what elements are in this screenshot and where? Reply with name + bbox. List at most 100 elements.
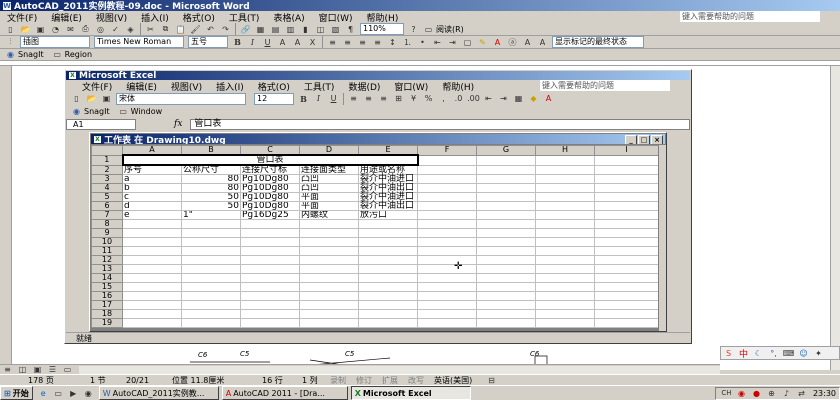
cell[interactable] xyxy=(476,228,536,238)
cell[interactable] xyxy=(476,237,536,247)
document-map-icon[interactable]: ▧ xyxy=(329,23,342,35)
task-excel[interactable]: X Microsoft Excel xyxy=(350,386,471,400)
print-preview-icon[interactable]: ◎ xyxy=(94,23,107,35)
cell[interactable] xyxy=(594,309,659,319)
menu-tools[interactable]: 工具(T) xyxy=(222,11,267,24)
row-header[interactable]: 15 xyxy=(91,282,123,292)
excel-snagit-window-icon[interactable]: ▭ xyxy=(117,105,130,117)
cell[interactable]: 凸凹 xyxy=(299,183,359,193)
cell[interactable] xyxy=(240,264,300,274)
row-header[interactable]: 1 xyxy=(91,154,123,166)
cell[interactable]: 公称尺寸 xyxy=(181,164,241,175)
cell[interactable] xyxy=(417,183,477,193)
volume-icon[interactable]: ♪ xyxy=(780,387,793,399)
tables-borders-icon[interactable]: ▦ xyxy=(254,23,267,35)
row-header[interactable]: 8 xyxy=(91,219,123,229)
reading-icon[interactable]: ▭ xyxy=(422,23,435,35)
insert-table-icon[interactable]: ▤ xyxy=(269,23,282,35)
zoom-select[interactable]: 110% xyxy=(360,23,404,35)
cell[interactable] xyxy=(417,228,477,238)
cell[interactable] xyxy=(122,255,182,265)
start-button[interactable]: ⊞ 开始 xyxy=(0,386,33,400)
excel-borders-icon[interactable]: ▦ xyxy=(512,93,525,105)
cell[interactable] xyxy=(476,246,536,256)
cell[interactable] xyxy=(122,291,182,301)
columns-icon[interactable]: ▮ xyxy=(299,23,312,35)
excel-size-select[interactable]: 12 xyxy=(254,92,294,105)
menu-window[interactable]: 窗口(W) xyxy=(312,11,360,24)
cell[interactable] xyxy=(122,237,182,247)
underline-icon[interactable]: U xyxy=(261,36,274,48)
cell[interactable] xyxy=(358,291,418,301)
excel-snagit-icon[interactable]: ◉ xyxy=(70,105,83,117)
cell[interactable] xyxy=(240,291,300,301)
fx-icon[interactable]: fx xyxy=(174,119,182,129)
quicklaunch-media-icon[interactable]: ▶ xyxy=(67,387,80,399)
font-color-icon[interactable]: A xyxy=(491,36,504,48)
cell[interactable]: Pg10Dg80 xyxy=(240,183,300,193)
row-header[interactable]: 5 xyxy=(91,192,123,202)
menu-format[interactable]: 格式(O) xyxy=(176,11,222,24)
cell[interactable] xyxy=(299,264,359,274)
tool-icon[interactable]: ✦ xyxy=(812,347,825,359)
reading-button[interactable]: 阅读(R) xyxy=(436,24,464,35)
row-header[interactable]: 14 xyxy=(91,273,123,283)
numbering-icon[interactable]: ⒈ xyxy=(401,36,414,48)
cell[interactable] xyxy=(594,201,659,211)
ime-tray-icon[interactable]: CH xyxy=(720,387,733,399)
cell[interactable] xyxy=(594,237,659,247)
cell[interactable]: 连接面类型 xyxy=(299,164,359,175)
excel-indent-icon[interactable]: ⇥ xyxy=(497,93,510,105)
moon-icon[interactable]: ☾ xyxy=(752,347,765,359)
cell[interactable] xyxy=(476,210,536,220)
cell[interactable] xyxy=(240,228,300,238)
cell[interactable] xyxy=(299,318,359,328)
cell[interactable] xyxy=(535,273,595,283)
char-scale-icon[interactable]: X xyxy=(306,36,319,48)
cell[interactable]: 80 xyxy=(181,183,241,193)
task-autocad[interactable]: A AutoCAD 2011 - [Dra... xyxy=(221,386,348,400)
font-select[interactable]: Times New Roman xyxy=(94,36,184,48)
excel-menu-insert[interactable]: 插入(I) xyxy=(209,80,251,93)
status-rec[interactable]: 录制 xyxy=(330,375,356,386)
cell[interactable]: c xyxy=(122,192,182,202)
cell[interactable] xyxy=(535,210,595,220)
decrease-indent-icon[interactable]: ⇤ xyxy=(431,36,444,48)
row-header[interactable]: 19 xyxy=(91,318,123,328)
cell[interactable] xyxy=(417,201,477,211)
cell[interactable] xyxy=(122,309,182,319)
excel-italic-icon[interactable]: I xyxy=(312,93,325,105)
cell[interactable] xyxy=(358,282,418,292)
cell[interactable] xyxy=(417,219,477,229)
cell[interactable] xyxy=(594,264,659,274)
excel-align-right-icon[interactable]: ≡ xyxy=(377,93,390,105)
cell[interactable] xyxy=(476,273,536,283)
cell[interactable] xyxy=(535,309,595,319)
cell[interactable] xyxy=(299,300,359,310)
cell[interactable] xyxy=(476,219,536,229)
cell[interactable]: 裂介中油出口 xyxy=(358,201,418,211)
cell[interactable] xyxy=(181,291,241,301)
excel-menu-edit[interactable]: 编辑(E) xyxy=(119,80,164,93)
column-header[interactable]: F xyxy=(417,145,477,156)
cell[interactable]: Pg16Dg25 xyxy=(240,210,300,220)
cell[interactable] xyxy=(299,291,359,301)
status-trk[interactable]: 修订 xyxy=(356,375,382,386)
cell[interactable] xyxy=(358,318,418,328)
excel-font-color-icon[interactable]: A xyxy=(542,93,555,105)
cell[interactable] xyxy=(181,228,241,238)
cell[interactable] xyxy=(122,273,182,283)
cell-title[interactable]: 管口表 xyxy=(121,154,419,166)
tray-icon[interactable]: ● xyxy=(750,387,763,399)
row-header[interactable]: 3 xyxy=(91,174,123,184)
cell[interactable] xyxy=(594,282,659,292)
percent-icon[interactable]: % xyxy=(422,93,435,105)
cell[interactable] xyxy=(535,264,595,274)
excel-window-select[interactable]: Window xyxy=(131,107,163,116)
cell[interactable] xyxy=(417,291,477,301)
cell[interactable] xyxy=(417,192,477,202)
cell[interactable]: 80 xyxy=(181,174,241,184)
name-box[interactable]: A1 xyxy=(66,118,136,130)
cell[interactable] xyxy=(417,255,477,265)
cell[interactable]: Pg10Dg80 xyxy=(240,201,300,211)
